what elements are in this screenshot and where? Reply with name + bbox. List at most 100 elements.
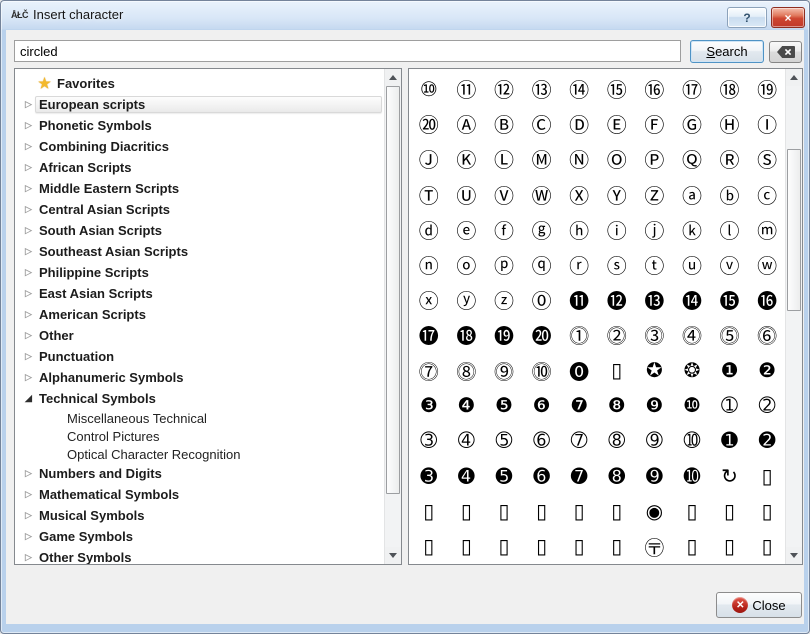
grid-scrollbar[interactable] [785,69,802,564]
char-cell[interactable]: ➈ [636,423,674,458]
char-cell[interactable]: ➃ [448,423,486,458]
char-cell[interactable]: ⓯ [711,282,749,317]
char-cell[interactable]: ➀ [711,388,749,423]
tree-item-philippine-scripts[interactable]: ▷ Philippine Scripts [15,262,384,283]
char-cell[interactable]: ⓑ [711,177,749,212]
tree-item-phonetic-symbols[interactable]: ▷ Phonetic Symbols [15,115,384,136]
char-cell[interactable]: ▯ [748,493,786,528]
char-cell[interactable]: Ⓥ [485,177,523,212]
char-cell[interactable]: ❼ [560,388,598,423]
char-cell[interactable]: ⓠ [523,247,561,282]
char-cell[interactable]: ⓭ [636,282,674,317]
char-cell[interactable]: ⓓ [410,212,448,247]
char-cell[interactable]: ⑯ [636,71,674,106]
tree-item-southeast-asian-scripts[interactable]: ▷ Southeast Asian Scripts [15,241,384,262]
collapsed-arrow-icon[interactable]: ▷ [22,204,35,215]
tree-item-other[interactable]: ▷ Other [15,325,384,346]
char-cell[interactable]: ⑪ [448,71,486,106]
collapsed-arrow-icon[interactable]: ▷ [22,141,35,152]
char-cell[interactable]: ⓰ [748,282,786,317]
char-cell[interactable]: ➏ [523,458,561,493]
tree-item-musical-symbols[interactable]: ▷ Musical Symbols [15,505,384,526]
char-cell[interactable]: ⓵ [560,317,598,352]
collapsed-arrow-icon[interactable]: ▷ [22,468,35,479]
collapsed-arrow-icon[interactable]: ▷ [22,351,35,362]
collapsed-arrow-icon[interactable]: ▷ [22,330,35,341]
char-cell[interactable]: ▯ [598,353,636,388]
char-cell[interactable]: ❂ [673,353,711,388]
window-help-button[interactable]: ? [727,7,767,28]
tree-item-combining-diacritics[interactable]: ▷ Combining Diacritics [15,136,384,157]
expanded-arrow-icon[interactable]: ◢ [22,393,35,404]
char-cell[interactable]: Ⓡ [711,141,749,176]
char-cell[interactable]: Ⓜ [523,141,561,176]
char-cell[interactable]: ➅ [523,423,561,458]
char-cell[interactable]: ▯ [748,528,786,563]
char-cell[interactable]: ➌ [410,458,448,493]
char-cell[interactable]: ⓩ [485,282,523,317]
char-cell[interactable]: ▯ [448,528,486,563]
char-cell[interactable]: ⓱ [410,317,448,352]
char-cell[interactable]: ❾ [636,388,674,423]
char-cell[interactable]: ⑳ [410,106,448,141]
tree-item-punctuation[interactable]: ▷ Punctuation [15,346,384,367]
char-cell[interactable]: ⓹ [711,317,749,352]
collapsed-arrow-icon[interactable]: ▷ [22,288,35,299]
char-cell[interactable]: ⑲ [748,71,786,106]
tree-item-mathematical-symbols[interactable]: ▷ Mathematical Symbols [15,484,384,505]
char-cell[interactable]: ↻ [711,458,749,493]
char-cell[interactable]: Ⓕ [636,106,674,141]
tree-item-alphanumeric-symbols[interactable]: ▷ Alphanumeric Symbols [15,367,384,388]
collapsed-arrow-icon[interactable]: ▷ [22,489,35,500]
char-cell[interactable]: ➆ [560,423,598,458]
char-cell[interactable]: Ⓒ [523,106,561,141]
tree-item-european-scripts[interactable]: ▷ European scripts [15,94,384,115]
collapsed-arrow-icon[interactable]: ▷ [22,246,35,257]
char-cell[interactable]: ▯ [523,528,561,563]
char-cell[interactable]: ➁ [748,388,786,423]
char-cell[interactable]: Ⓟ [636,141,674,176]
char-cell[interactable]: ▯ [523,493,561,528]
char-cell[interactable]: Ⓓ [560,106,598,141]
tree-scrollbar-thumb[interactable] [386,86,400,494]
char-cell[interactable]: ▯ [410,528,448,563]
char-cell[interactable]: ▯ [748,458,786,493]
char-cell[interactable]: ⓡ [560,247,598,282]
char-cell[interactable]: ⓚ [673,212,711,247]
char-cell[interactable]: Ⓖ [673,106,711,141]
char-cell[interactable]: Ⓐ [448,106,486,141]
char-cell[interactable]: ⓛ [711,212,749,247]
char-cell[interactable]: ⓺ [748,317,786,352]
char-cell[interactable]: ⓬ [598,282,636,317]
char-cell[interactable]: ⓕ [485,212,523,247]
char-cell[interactable]: ⓔ [448,212,486,247]
char-cell[interactable]: ⓝ [410,247,448,282]
tree-item-south-asian-scripts[interactable]: ▷ South Asian Scripts [15,220,384,241]
char-cell[interactable]: ⓳ [485,317,523,352]
char-cell[interactable]: ❿ [673,388,711,423]
grid-scrollbar-thumb[interactable] [787,149,801,311]
collapsed-arrow-icon[interactable]: ▷ [22,510,35,521]
char-cell[interactable]: ➂ [410,423,448,458]
tree-item-miscellaneous-technical[interactable]: Miscellaneous Technical [15,409,384,427]
char-cell[interactable]: ⓟ [485,247,523,282]
char-cell[interactable]: ⑭ [560,71,598,106]
char-cell[interactable]: ▯ [673,528,711,563]
char-cell[interactable]: ⓐ [673,177,711,212]
tree-item-central-asian-scripts[interactable]: ▷ Central Asian Scripts [15,199,384,220]
char-cell[interactable]: ▯ [410,493,448,528]
char-cell[interactable]: Ⓧ [560,177,598,212]
char-cell[interactable]: ⑮ [598,71,636,106]
char-cell[interactable]: ⓖ [523,212,561,247]
char-cell[interactable]: ❹ [448,388,486,423]
char-cell[interactable]: Ⓘ [748,106,786,141]
char-cell[interactable]: ❸ [410,388,448,423]
char-cell[interactable]: ⓾ [523,353,561,388]
char-cell[interactable]: ⓦ [748,247,786,282]
collapsed-arrow-icon[interactable]: ▷ [22,120,35,131]
collapsed-arrow-icon[interactable]: ▷ [22,225,35,236]
collapsed-arrow-icon[interactable]: ▷ [22,267,35,278]
collapsed-arrow-icon[interactable]: ▷ [22,309,35,320]
char-cell[interactable]: ➒ [636,458,674,493]
char-cell[interactable]: Ⓗ [711,106,749,141]
